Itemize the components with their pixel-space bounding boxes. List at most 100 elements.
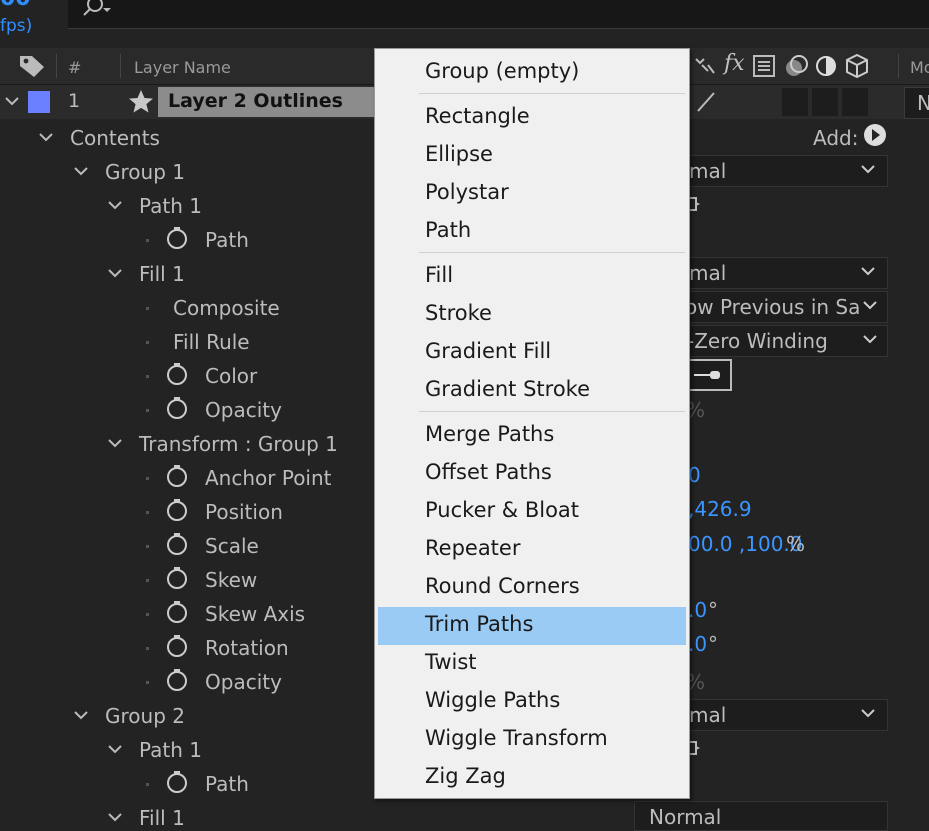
chevron-down-icon[interactable] xyxy=(74,167,88,177)
add-shape-context-menu: Group (empty) Rectangle Ellipse Polystar… xyxy=(374,48,690,799)
add-play-icon[interactable] xyxy=(863,123,887,147)
path-property-label[interactable]: Path xyxy=(205,228,249,252)
quality-switch-icon[interactable] xyxy=(694,89,718,115)
menu-item-trim-paths[interactable]: Trim Paths xyxy=(378,607,686,645)
menu-separator xyxy=(419,93,685,94)
fill-rule-label[interactable]: Fill Rule xyxy=(173,330,250,354)
stopwatch-icon[interactable] xyxy=(166,226,188,250)
search-icon[interactable] xyxy=(80,0,114,22)
color-label[interactable]: Color xyxy=(205,364,257,388)
layer-color-swatch[interactable] xyxy=(28,91,50,113)
group-2-fill-blend-mode-dropdown[interactable]: Normal xyxy=(634,801,888,831)
fps-label: fps) xyxy=(0,16,33,36)
opacity-label[interactable]: Opacity xyxy=(205,398,282,422)
fx-switch-header[interactable]: fx xyxy=(724,51,745,76)
motion-blur-icon[interactable] xyxy=(784,53,810,79)
chevron-down-icon xyxy=(863,335,877,344)
chevron-down-icon[interactable] xyxy=(4,96,20,108)
star-icon xyxy=(129,90,153,113)
menu-item-pucker-bloat[interactable]: Pucker & Bloat xyxy=(375,493,689,531)
transform-group-1-label[interactable]: Transform : Group 1 xyxy=(139,432,338,456)
path-1-label[interactable]: Path 1 xyxy=(139,194,202,218)
switch-box-3[interactable] xyxy=(842,88,868,116)
index-column-header[interactable]: # xyxy=(68,58,81,77)
layer-name-label: Layer 2 Outlines xyxy=(168,90,343,112)
shy-switch-icon[interactable] xyxy=(694,55,716,77)
menu-item-zig-zag[interactable]: Zig Zag xyxy=(375,759,689,797)
menu-separator xyxy=(419,252,685,253)
menu-item-gradient-stroke[interactable]: Gradient Stroke xyxy=(375,372,689,410)
switch-box-2[interactable] xyxy=(812,88,838,116)
group-2-path-property-label[interactable]: Path xyxy=(205,772,249,796)
menu-item-round-corners[interactable]: Round Corners xyxy=(375,569,689,607)
menu-item-path[interactable]: Path xyxy=(375,213,689,251)
menu-item-stroke[interactable]: Stroke xyxy=(375,296,689,334)
stopwatch-icon[interactable] xyxy=(166,600,188,624)
skew-label[interactable]: Skew xyxy=(205,568,257,592)
3d-layer-icon[interactable] xyxy=(844,53,870,79)
position-value[interactable]: ,426.9 xyxy=(688,497,752,521)
eyedropper-swatch[interactable] xyxy=(686,359,732,391)
group-1-label[interactable]: Group 1 xyxy=(105,160,185,184)
chevron-down-icon[interactable] xyxy=(108,439,122,449)
transform-opacity-label[interactable]: Opacity xyxy=(205,670,282,694)
frame-blend-icon[interactable] xyxy=(752,54,776,78)
menu-item-rectangle[interactable]: Rectangle xyxy=(375,99,689,137)
group-2-path-1-label[interactable]: Path 1 xyxy=(139,738,202,762)
chevron-down-icon xyxy=(863,301,877,310)
position-label[interactable]: Position xyxy=(205,500,283,524)
composite-label[interactable]: Composite xyxy=(173,296,280,320)
menu-item-repeater[interactable]: Repeater xyxy=(375,531,689,569)
skew-axis-value[interactable]: .0 xyxy=(688,598,707,622)
menu-item-polystar[interactable]: Polystar xyxy=(375,175,689,213)
group-2-label[interactable]: Group 2 xyxy=(105,704,185,728)
chevron-down-icon xyxy=(861,267,875,276)
eyedropper-icon xyxy=(694,371,720,379)
timecode[interactable]: 00 xyxy=(0,0,31,11)
layer-name-column-header[interactable]: Layer Name xyxy=(134,58,231,77)
anchor-point-label[interactable]: Anchor Point xyxy=(205,466,332,490)
add-label: Add: xyxy=(813,126,859,150)
stopwatch-icon[interactable] xyxy=(166,668,188,692)
menu-item-group-empty[interactable]: Group (empty) xyxy=(375,54,689,92)
menu-item-wiggle-paths[interactable]: Wiggle Paths xyxy=(375,683,689,721)
switch-box-1[interactable] xyxy=(782,88,808,116)
contents-label[interactable]: Contents xyxy=(70,126,160,150)
stopwatch-icon[interactable] xyxy=(166,634,188,658)
skew-axis-unit: ° xyxy=(708,598,718,622)
menu-item-merge-paths[interactable]: Merge Paths xyxy=(375,417,689,455)
chevron-down-icon[interactable] xyxy=(74,711,88,721)
rotation-unit: ° xyxy=(708,632,718,656)
stopwatch-icon[interactable] xyxy=(166,396,188,420)
mode-column-header[interactable]: Mo xyxy=(910,58,929,77)
rotation-label[interactable]: Rotation xyxy=(205,636,289,660)
stopwatch-icon[interactable] xyxy=(166,532,188,556)
stopwatch-icon[interactable] xyxy=(166,498,188,522)
menu-item-gradient-fill[interactable]: Gradient Fill xyxy=(375,334,689,372)
chevron-down-icon[interactable] xyxy=(39,133,53,143)
chevron-down-icon[interactable] xyxy=(108,201,122,211)
menu-item-twist[interactable]: Twist xyxy=(375,645,689,683)
fill-1-label[interactable]: Fill 1 xyxy=(139,262,185,286)
chevron-down-icon[interactable] xyxy=(108,813,122,823)
chevron-down-icon xyxy=(861,165,875,174)
group-2-fill-1-label[interactable]: Fill 1 xyxy=(139,806,185,830)
search-input[interactable] xyxy=(68,0,929,29)
menu-item-wiggle-transform[interactable]: Wiggle Transform xyxy=(375,721,689,759)
stopwatch-icon[interactable] xyxy=(166,464,188,488)
stopwatch-icon[interactable] xyxy=(166,362,188,386)
chevron-down-icon[interactable] xyxy=(108,745,122,755)
layer-mode-dropdown[interactable]: N xyxy=(904,87,929,119)
rotation-value[interactable]: .0 xyxy=(688,632,707,656)
label-tag-icon[interactable] xyxy=(18,54,46,78)
scale-unit: % xyxy=(786,532,806,556)
adjustment-layer-icon[interactable] xyxy=(814,54,838,78)
stopwatch-icon[interactable] xyxy=(166,770,188,794)
scale-label[interactable]: Scale xyxy=(205,534,259,558)
menu-item-fill[interactable]: Fill xyxy=(375,258,689,296)
menu-item-offset-paths[interactable]: Offset Paths xyxy=(375,455,689,493)
menu-item-ellipse[interactable]: Ellipse xyxy=(375,137,689,175)
skew-axis-label[interactable]: Skew Axis xyxy=(205,602,305,626)
chevron-down-icon[interactable] xyxy=(108,269,122,279)
stopwatch-icon[interactable] xyxy=(166,566,188,590)
